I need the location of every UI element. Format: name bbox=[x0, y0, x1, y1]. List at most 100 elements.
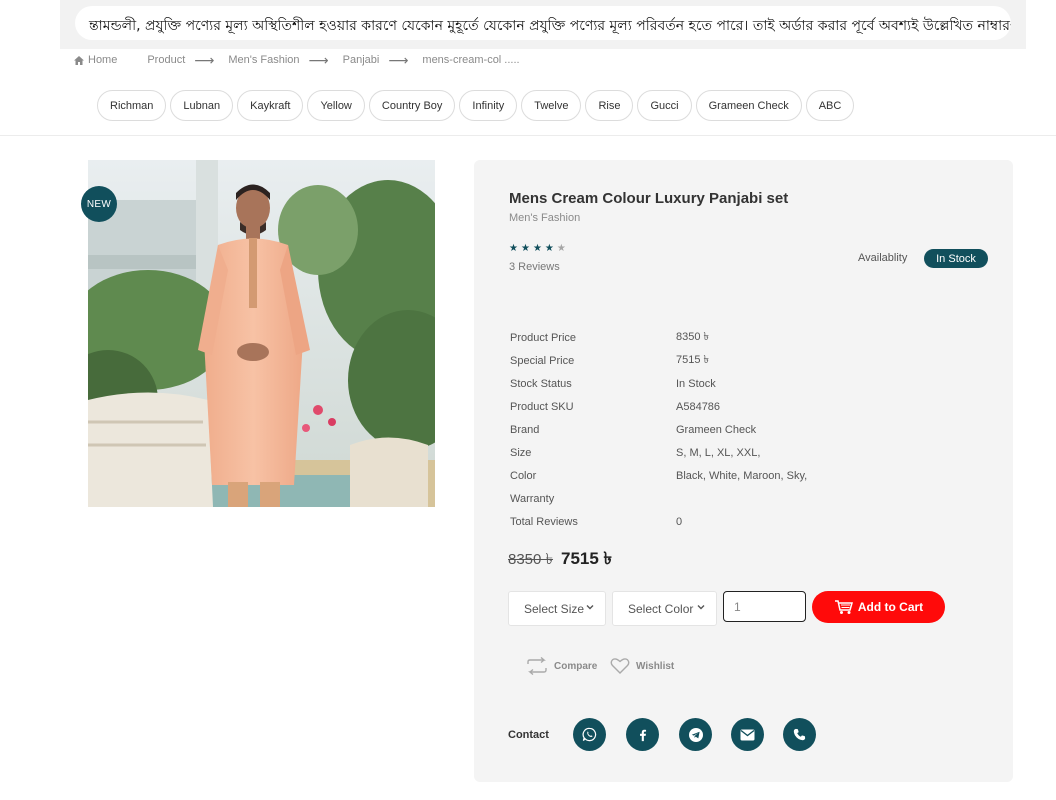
product-info-panel: Mens Cream Colour Luxury Panjabi set Men… bbox=[474, 160, 1013, 782]
spec-table: Product Price 8350 ৳ Special Price 7515 ৳ … bbox=[510, 326, 930, 533]
color-select-label: Select Color bbox=[628, 601, 694, 616]
compare-button[interactable]: Compare bbox=[526, 657, 597, 675]
whatsapp-button[interactable] bbox=[573, 718, 606, 751]
telegram-button[interactable] bbox=[679, 718, 712, 751]
facebook-button[interactable] bbox=[626, 718, 659, 751]
star-icon: ★ bbox=[544, 243, 554, 254]
product-photo bbox=[88, 160, 435, 507]
breadcrumb-item-panjabi[interactable]: Panjabi ⟶ bbox=[342, 51, 423, 68]
breadcrumb-label: Panjabi bbox=[342, 54, 380, 66]
telegram-icon bbox=[688, 727, 703, 742]
spec-label: Color bbox=[510, 469, 537, 482]
new-badge: NEW bbox=[81, 186, 117, 222]
brand-chip[interactable]: Twelve bbox=[521, 90, 582, 121]
phone-button[interactable] bbox=[783, 718, 816, 751]
brand-chip[interactable]: Richman bbox=[97, 90, 167, 121]
brand-chip[interactable]: Grameen Check bbox=[695, 90, 802, 121]
spec-value: S, M, L, XL, XXL, bbox=[676, 446, 761, 459]
product-page: ন্তামন্ডলী, প্রযুক্তি পণ্যের মূল্য অস্থি… bbox=[0, 0, 1056, 800]
spec-label: Brand bbox=[510, 423, 540, 436]
breadcrumb-home-label: Home bbox=[88, 54, 118, 66]
quantity-input[interactable] bbox=[723, 591, 806, 622]
size-select[interactable]: Select Size bbox=[508, 591, 606, 626]
arrow-right-icon: ⟶ bbox=[194, 51, 215, 68]
chevron-down-icon bbox=[697, 605, 705, 610]
brand-chip[interactable]: ABC bbox=[805, 90, 855, 121]
chevron-down-icon bbox=[586, 605, 594, 610]
spec-value: Black, White, Maroon, Sky, bbox=[676, 469, 808, 482]
email-button[interactable] bbox=[731, 718, 764, 751]
spec-label: Product SKU bbox=[510, 400, 574, 413]
spec-row: Stock Status In Stock bbox=[510, 372, 930, 395]
brand-chip[interactable]: Country Boy bbox=[368, 90, 456, 121]
spec-value: 0 bbox=[676, 515, 683, 528]
product-category[interactable]: Men's Fashion bbox=[509, 212, 580, 224]
notice-marquee: ন্তামন্ডলী, প্রযুক্তি পণ্যের মূল্য অস্থি… bbox=[75, 6, 1011, 40]
spec-label: Warranty bbox=[510, 492, 555, 505]
add-to-cart-button[interactable]: Add to Cart bbox=[812, 591, 945, 623]
spec-label: Size bbox=[510, 446, 532, 459]
breadcrumb-item-mens-fashion[interactable]: Men's Fashion ⟶ bbox=[228, 51, 342, 68]
wishlist-label: Wishlist bbox=[636, 660, 675, 672]
stock-badge: In Stock bbox=[924, 249, 988, 268]
spec-row: Product Price 8350 ৳ bbox=[510, 326, 930, 349]
notice-bar: ন্তামন্ডলী, প্রযুক্তি পণ্যের মূল্য অস্থি… bbox=[60, 0, 1026, 49]
spec-row: Brand Grameen Check bbox=[510, 418, 930, 441]
home-icon bbox=[74, 55, 84, 65]
spec-value: 8350 ৳ bbox=[676, 331, 710, 343]
review-count[interactable]: 3 Reviews bbox=[509, 261, 560, 273]
spec-row: Warranty bbox=[510, 487, 930, 510]
brand-chip[interactable]: Lubnan bbox=[170, 90, 234, 121]
spec-row: Total Reviews 0 bbox=[510, 510, 930, 533]
spec-row: Special Price 7515 ৳ bbox=[510, 349, 930, 372]
spec-label: Total Reviews bbox=[510, 515, 578, 528]
arrow-right-icon: ⟶ bbox=[388, 51, 409, 68]
price-line: 8350 ৳ 7515 ৳ bbox=[508, 546, 612, 574]
rating-stars: ★ ★ ★ ★ ★ bbox=[509, 243, 566, 254]
arrow-right-icon: ⟶ bbox=[308, 51, 329, 68]
notice-text: ন্তামন্ডলী, প্রযুক্তি পণ্যের মূল্য অস্থি… bbox=[89, 18, 1011, 34]
facebook-icon bbox=[639, 729, 646, 741]
spec-value: A584786 bbox=[676, 400, 721, 413]
compare-icon bbox=[527, 657, 547, 675]
breadcrumb-item-product[interactable]: Product ⟶ bbox=[147, 51, 228, 68]
heart-icon bbox=[610, 658, 630, 674]
breadcrumb-item-current: mens-cream-col ..... bbox=[422, 54, 519, 66]
spec-row: Color Black, White, Maroon, Sky, bbox=[510, 464, 930, 487]
brand-chip[interactable]: Gucci bbox=[637, 90, 692, 121]
spec-row: Size S, M, L, XL, XXL, bbox=[510, 441, 930, 464]
brand-chip[interactable]: Kaykraft bbox=[237, 90, 304, 121]
spec-value: Grameen Check bbox=[676, 423, 757, 436]
brand-chip[interactable]: Infinity bbox=[459, 90, 518, 121]
add-to-cart-label: Add to Cart bbox=[857, 600, 924, 614]
phone-icon bbox=[793, 728, 806, 741]
spec-value: 7515 ৳ bbox=[676, 354, 710, 366]
spec-label: Special Price bbox=[510, 354, 575, 367]
product-title: Mens Cream Colour Luxury Panjabi set bbox=[509, 190, 789, 207]
email-icon bbox=[740, 729, 755, 740]
star-icon: ★ bbox=[509, 243, 518, 254]
star-icon: ★ bbox=[520, 243, 530, 254]
special-price: 7515 ৳ bbox=[561, 549, 613, 568]
brand-chip[interactable]: Yellow bbox=[307, 90, 365, 121]
compare-label: Compare bbox=[554, 660, 598, 672]
product-image[interactable] bbox=[88, 160, 435, 507]
star-empty-icon: ★ bbox=[556, 243, 566, 254]
size-select-label: Select Size bbox=[524, 601, 585, 616]
brand-chip[interactable]: Rise bbox=[585, 90, 634, 121]
availability-label: Availablity bbox=[858, 252, 908, 264]
cart-icon bbox=[834, 600, 853, 614]
brand-filter-list: Richman Lubnan Kaykraft Yellow Country B… bbox=[97, 90, 855, 121]
breadcrumb: Home Product ⟶ Men's Fashion ⟶ Panjabi ⟶ me… bbox=[74, 52, 520, 68]
wishlist-button[interactable]: Wishlist bbox=[610, 657, 674, 675]
color-select[interactable]: Select Color bbox=[612, 591, 717, 626]
breadcrumb-label: mens-cream-col ..... bbox=[422, 54, 520, 66]
spec-value: In Stock bbox=[676, 377, 716, 390]
old-price: 8350 ৳ bbox=[508, 551, 554, 568]
star-icon: ★ bbox=[532, 243, 542, 254]
breadcrumb-home[interactable]: Home bbox=[74, 54, 117, 66]
whatsapp-icon bbox=[582, 727, 597, 742]
spec-label: Stock Status bbox=[510, 377, 572, 390]
breadcrumb-label: Product bbox=[147, 54, 186, 66]
spec-row: Product SKU A584786 bbox=[510, 395, 930, 418]
